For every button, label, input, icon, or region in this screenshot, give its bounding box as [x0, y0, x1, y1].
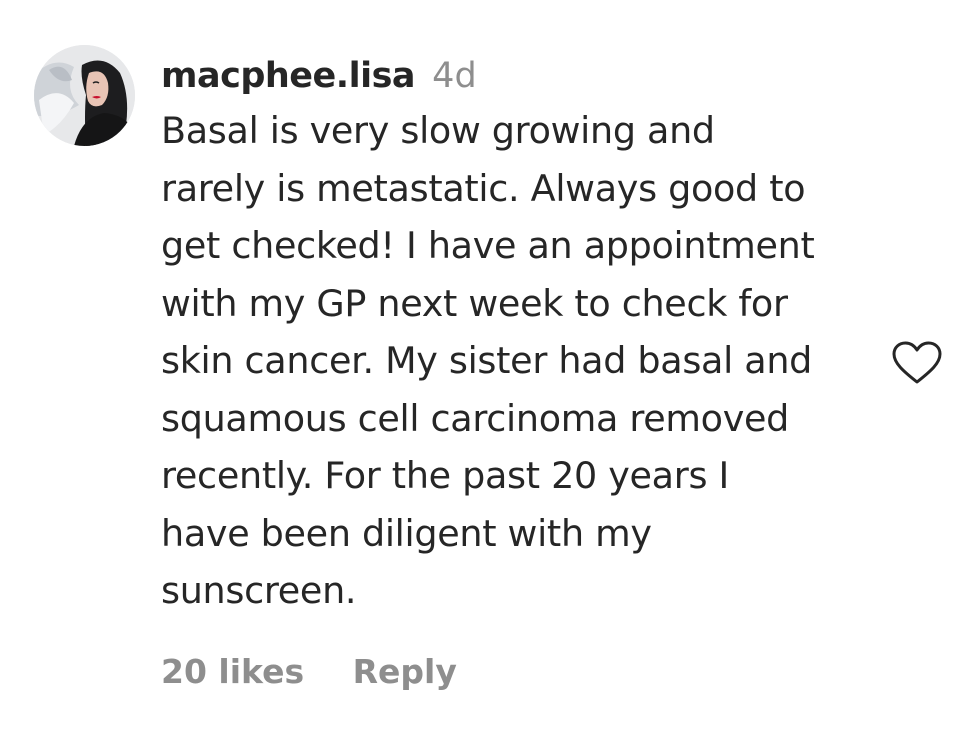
likes-count-button[interactable]: 20 likes [161, 652, 304, 691]
timestamp[interactable]: 4d [432, 56, 477, 96]
comment-text-line: squamous cell carcinoma removed [161, 396, 790, 440]
comment-text-line: rarely is metastatic. Always good to [161, 166, 806, 210]
username-link[interactable]: macphee.lisa [161, 56, 416, 96]
comment-text-line: have been diligent with my [161, 511, 652, 555]
comment-header: macphee.lisa 4d [161, 50, 881, 102]
like-button[interactable] [891, 340, 943, 386]
comment-text-line: Basal is very slow growing and [161, 109, 715, 152]
heart-outline-icon [892, 341, 942, 384]
comment-text-line: get checked! I have an appointment [161, 224, 815, 267]
comment-body: macphee.lisa 4d Basal is very slow growi… [161, 50, 881, 620]
avatar[interactable] [34, 45, 135, 146]
comment-text-line: recently. For the past 20 years I [161, 454, 729, 497]
comment: macphee.lisa 4d Basal is very slow growi… [0, 0, 980, 741]
comment-text-line: sunscreen. [161, 569, 357, 612]
comment-text: Basal is very slow growing and rarely is… [161, 102, 881, 620]
profile-photo-icon [34, 45, 135, 146]
comment-text-line: skin cancer. My sister had basal and [161, 339, 813, 382]
comment-text-line: with my GP next week to check for [161, 281, 788, 325]
reply-button[interactable]: Reply [353, 652, 457, 691]
comment-actions: 20 likes Reply [161, 648, 457, 696]
